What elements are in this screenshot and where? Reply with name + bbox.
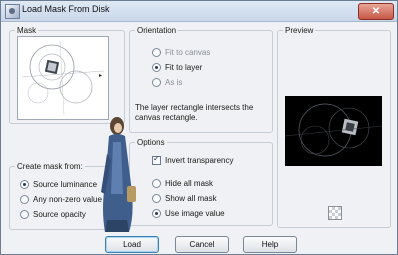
dialog-body: Mask ▸ Create mask from: Source luminanc… — [1, 22, 397, 254]
radio-button[interactable] — [20, 195, 29, 204]
radio-button[interactable] — [152, 63, 161, 72]
radio-button[interactable] — [20, 210, 29, 219]
window-title: Load Mask From Disk — [22, 4, 110, 14]
radio-use-image-value[interactable]: Use image value — [152, 208, 225, 219]
radio-label: Fit to layer — [165, 63, 203, 72]
radio-label: Source luminance — [33, 180, 98, 189]
create-mask-group-label: Create mask from: — [15, 162, 85, 171]
radio-source-luminance[interactable]: Source luminance — [20, 179, 97, 190]
radio-label: Show all mask — [165, 194, 217, 203]
radio-button[interactable] — [152, 48, 161, 57]
mask-pattern-thumbnail-icon — [21, 40, 105, 116]
radio-show-all-mask[interactable]: Show all mask — [152, 193, 217, 204]
tube-lady-figure-icon — [101, 117, 136, 232]
mask-group-label: Mask — [15, 26, 39, 35]
cancel-button[interactable]: Cancel — [175, 236, 229, 253]
radio-button[interactable] — [152, 194, 161, 203]
mask-thumbnail[interactable] — [17, 36, 109, 120]
radio-label: Any non-zero value — [33, 195, 102, 204]
radio-hide-all-mask[interactable]: Hide all mask — [152, 178, 213, 189]
radio-button[interactable] — [20, 180, 29, 189]
close-button[interactable]: ✕ — [358, 3, 394, 20]
preview-group-label: Preview — [283, 26, 316, 35]
radio-fit-to-layer[interactable]: Fit to layer — [152, 62, 202, 73]
radio-label: Hide all mask — [165, 179, 214, 188]
radio-label: As is — [165, 78, 183, 87]
radio-any-non-zero[interactable]: Any non-zero value — [20, 194, 102, 205]
radio-button[interactable] — [152, 78, 161, 87]
checkbox-label: Invert transparency — [165, 156, 234, 165]
radio-source-opacity[interactable]: Source opacity — [20, 209, 86, 220]
title-bar: Load Mask From Disk ✕ — [1, 1, 397, 22]
app-icon — [5, 4, 20, 19]
radio-fit-to-canvas[interactable]: Fit to canvas — [152, 47, 210, 58]
radio-as-is[interactable]: As is — [152, 77, 182, 88]
checkerboard-icon[interactable] — [328, 206, 342, 220]
mask-dropdown-arrow-icon[interactable]: ▸ — [99, 72, 102, 79]
radio-button[interactable] — [152, 209, 161, 218]
radio-label: Use image value — [165, 209, 225, 218]
orientation-group-label: Orientation — [135, 26, 179, 35]
radio-label: Fit to canvas — [165, 48, 211, 57]
load-mask-dialog: Load Mask From Disk ✕ Mask ▸ Create mask… — [0, 0, 398, 255]
orientation-description: The layer rectangle intersects the canva… — [135, 103, 254, 122]
radio-label: Source opacity — [33, 210, 86, 219]
checkbox[interactable] — [152, 154, 161, 165]
preview-pattern — [285, 103, 382, 157]
preview-image — [285, 96, 382, 166]
load-button[interactable]: Load — [105, 236, 159, 253]
radio-button[interactable] — [152, 179, 161, 188]
checkbox-invert-transparency[interactable]: Invert transparency — [152, 154, 234, 166]
help-button[interactable]: Help — [243, 236, 297, 253]
